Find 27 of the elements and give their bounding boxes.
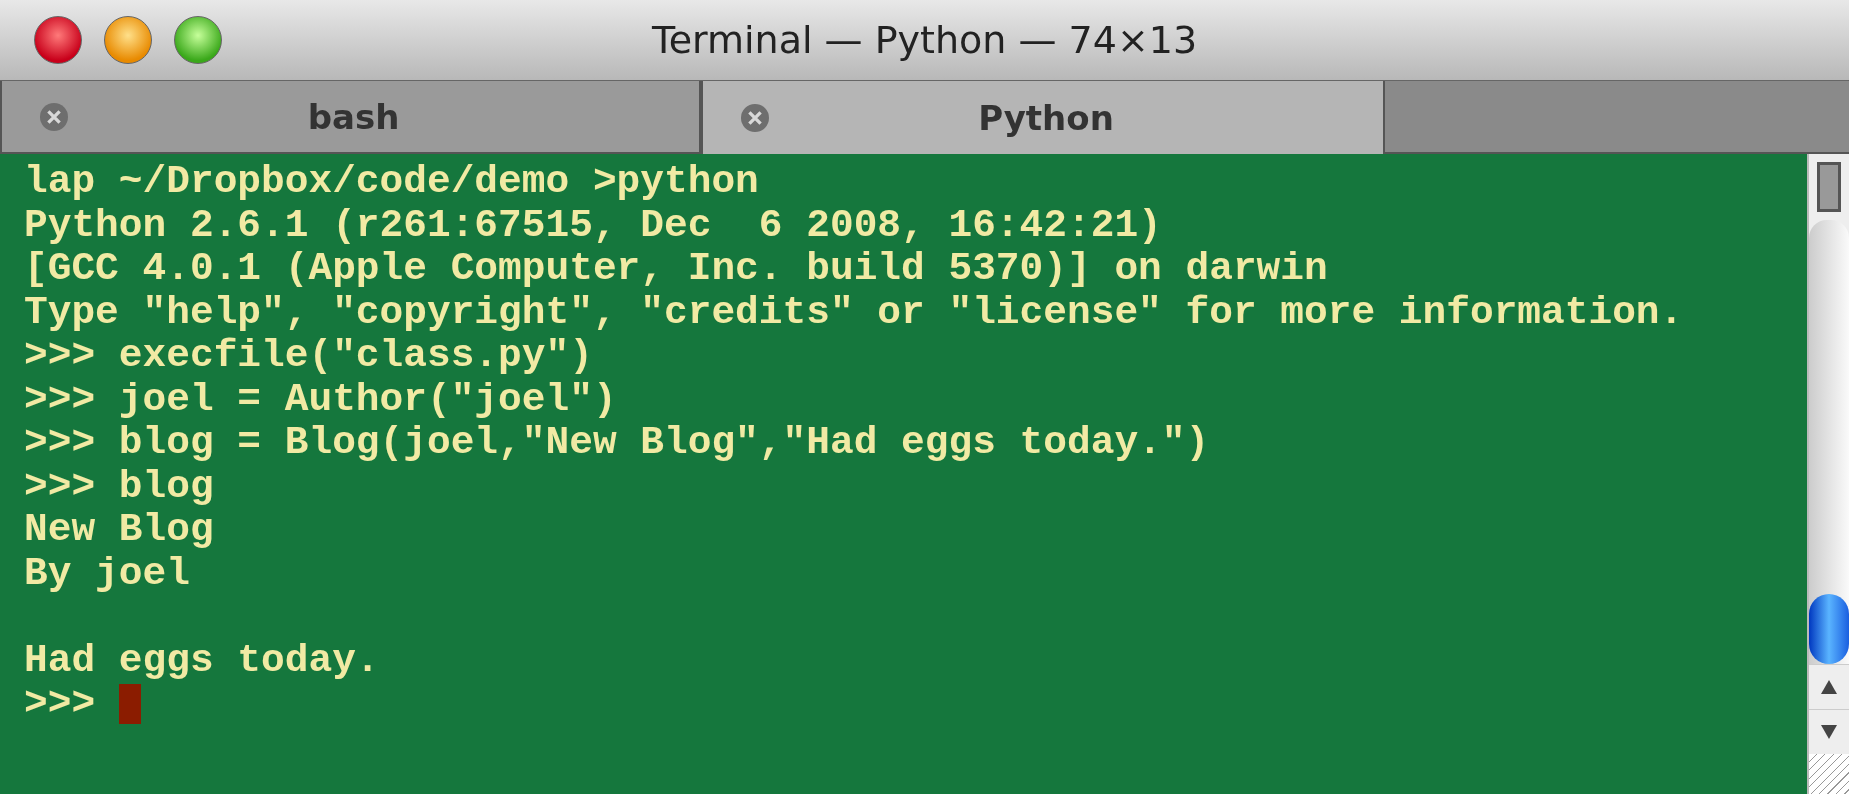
window-title: Terminal — Python — 74×13 xyxy=(651,18,1198,62)
text-cursor xyxy=(118,683,141,724)
scroll-thumb[interactable] xyxy=(1809,594,1849,664)
tab[interactable]: Python xyxy=(701,81,1385,154)
scrollbar[interactable] xyxy=(1807,154,1849,794)
terminal-line: [GCC 4.0.1 (Apple Computer, Inc. build 5370)] on darwin xyxy=(24,247,1329,291)
tab[interactable]: bash xyxy=(0,81,701,154)
terminal-line: >>> blog xyxy=(24,464,215,508)
terminal-line: >>> execfile("class.py") xyxy=(24,334,594,378)
zoom-icon[interactable] xyxy=(174,16,222,64)
close-icon[interactable] xyxy=(34,16,82,64)
terminal-line: >>> blog = Blog(joel,"New Blog","Had eggs today.") xyxy=(24,421,1211,465)
scroll-down-icon[interactable] xyxy=(1821,725,1837,739)
minimize-icon[interactable] xyxy=(104,16,152,64)
terminal-line: Type "help", "copyright", "credits" or "license" for more information. xyxy=(24,290,1685,334)
terminal-line: >>> joel = Author("joel") xyxy=(24,377,618,421)
prompt: >>> xyxy=(24,682,97,726)
resize-grip-icon[interactable] xyxy=(1809,754,1849,794)
split-pane-icon[interactable] xyxy=(1817,162,1841,212)
terminal-line: New Blog xyxy=(24,508,215,552)
terminal-line: By joel xyxy=(24,551,191,595)
close-icon[interactable] xyxy=(741,103,769,132)
scroll-up-icon[interactable] xyxy=(1821,680,1837,694)
terminal-line: Python 2.6.1 (r261:67515, Dec 6 2008, 16:42:21) xyxy=(24,203,1163,247)
close-icon[interactable] xyxy=(40,102,68,131)
terminal-line: Had eggs today. xyxy=(24,638,381,682)
terminal-line: lap ~/Dropbox/code/demo >python xyxy=(24,160,760,204)
